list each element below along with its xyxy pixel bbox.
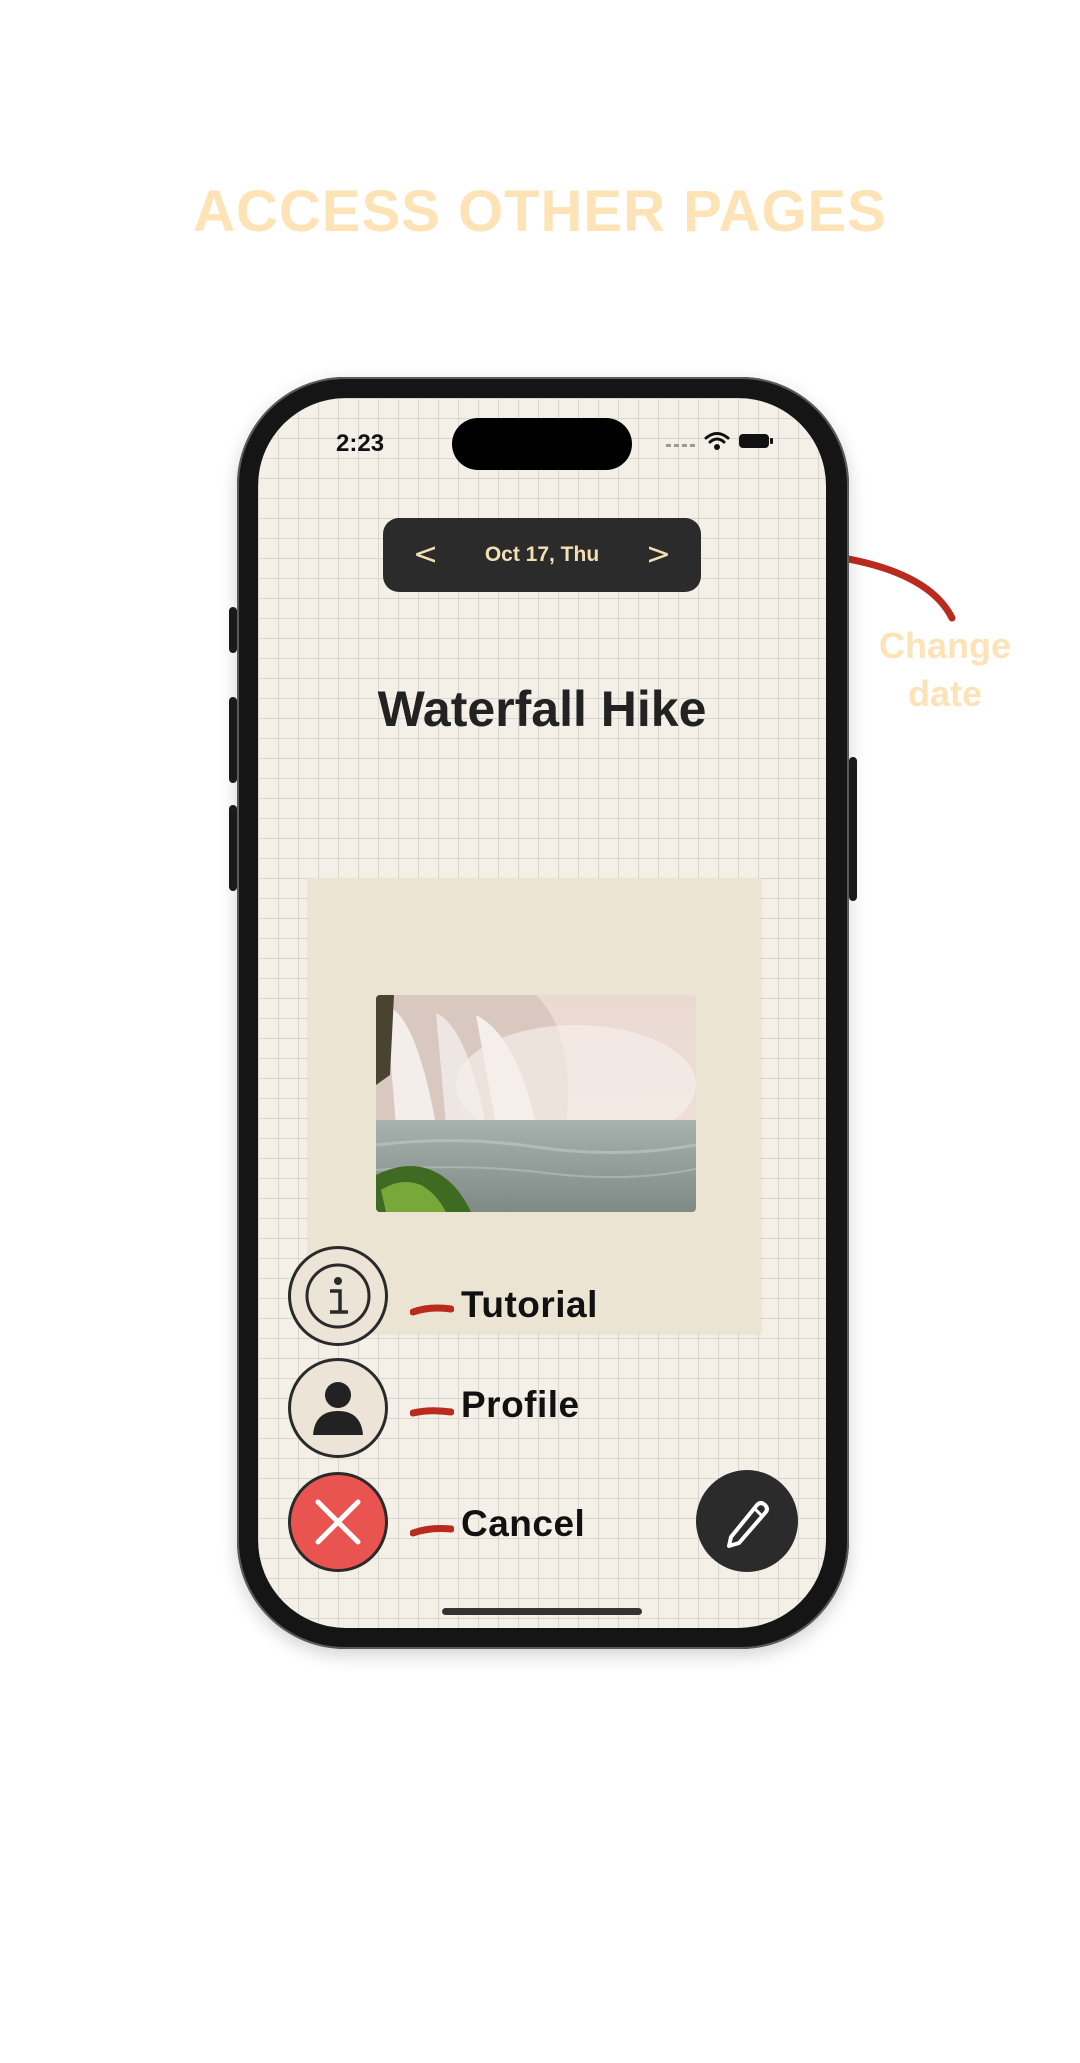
entry-title: Waterfall Hike xyxy=(377,681,707,737)
action-button xyxy=(229,607,237,653)
next-day-button[interactable]: > xyxy=(646,540,671,570)
dynamic-island xyxy=(452,418,632,470)
tutorial-button[interactable] xyxy=(288,1246,388,1346)
edit-button[interactable] xyxy=(696,1470,798,1572)
tutorial-label[interactable]: Tutorial xyxy=(461,1284,598,1326)
signal-icon xyxy=(666,444,695,447)
person-icon xyxy=(313,1382,363,1435)
pencil-icon xyxy=(727,1501,769,1548)
tutorial-marker-icon xyxy=(410,1304,454,1316)
wifi-icon xyxy=(704,432,730,450)
current-date[interactable]: Oct 17, Thu xyxy=(485,543,599,567)
home-indicator[interactable] xyxy=(442,1608,642,1615)
profile-button[interactable] xyxy=(288,1358,388,1458)
change-date-annotation: Change date xyxy=(850,622,1040,718)
info-icon xyxy=(305,1263,371,1329)
battery-icon xyxy=(739,434,773,448)
date-navigator: < Oct 17, Thu > xyxy=(383,518,701,592)
prev-day-button[interactable]: < xyxy=(413,540,438,570)
cancel-label[interactable]: Cancel xyxy=(461,1503,585,1545)
power-button xyxy=(849,757,857,901)
volume-down-button xyxy=(229,805,237,891)
close-icon xyxy=(315,1499,361,1545)
cancel-button[interactable] xyxy=(288,1472,388,1572)
profile-label[interactable]: Profile xyxy=(461,1384,580,1426)
annotation-line-2: date xyxy=(907,673,983,714)
profile-marker-icon xyxy=(410,1407,454,1417)
volume-up-button xyxy=(229,697,237,783)
status-time: 2:23 xyxy=(336,430,385,457)
cancel-marker-icon xyxy=(410,1525,454,1537)
page-headline: ACCESS OTHER PAGES xyxy=(193,179,887,244)
waterfall-photo[interactable] xyxy=(376,995,696,1212)
phone-screen: 2:23 < Oct 17, Thu > Waterfall Hike Tuto… xyxy=(258,398,826,1628)
status-icons xyxy=(666,431,774,451)
